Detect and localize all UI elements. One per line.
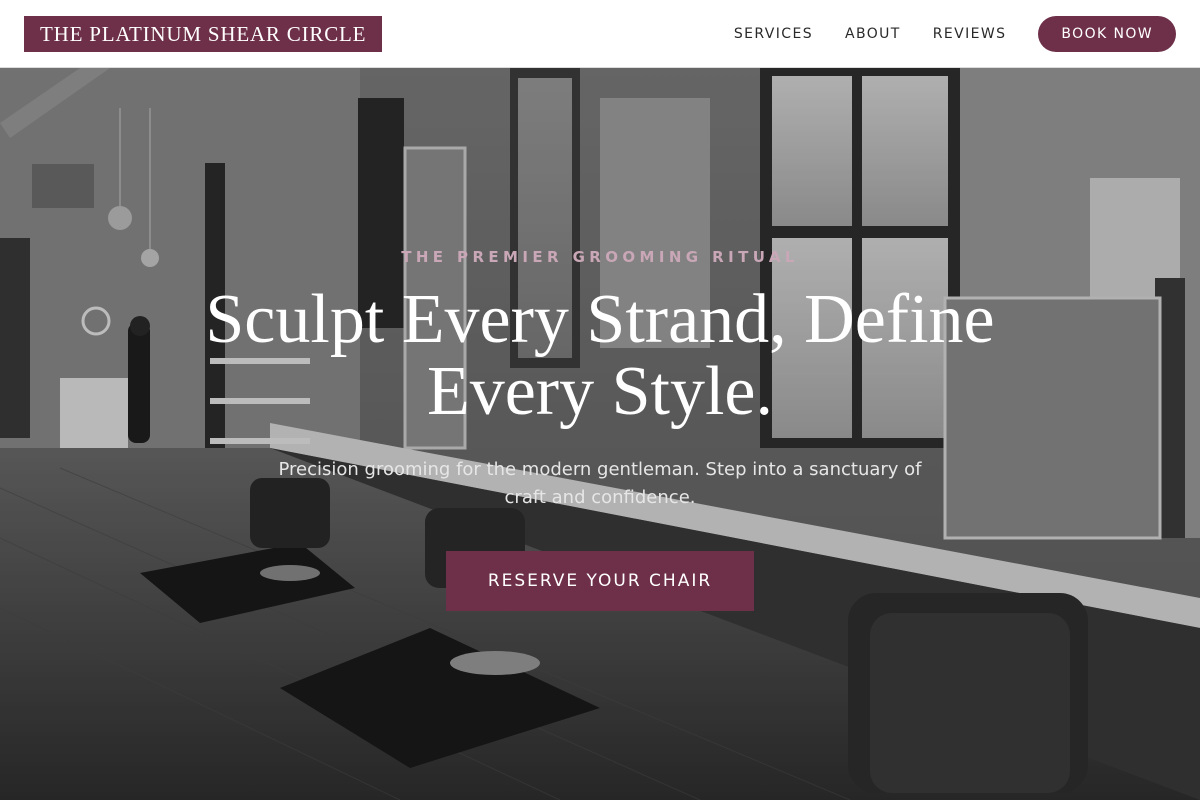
brand-logo[interactable]: THE PLATINUM SHEAR CIRCLE [24, 16, 383, 52]
site-header: THE PLATINUM SHEAR CIRCLE SERVICES ABOUT… [0, 0, 1200, 68]
hero-section: THE PREMIER GROOMING RITUAL Sculpt Every… [0, 68, 1200, 800]
main-nav: SERVICES ABOUT REVIEWS BOOK NOW [734, 16, 1176, 52]
hero-overlay [0, 68, 1200, 800]
book-now-button[interactable]: BOOK NOW [1038, 16, 1176, 52]
nav-link-about[interactable]: ABOUT [845, 26, 901, 42]
reserve-chair-button[interactable]: RESERVE YOUR CHAIR [446, 551, 754, 611]
nav-link-services[interactable]: SERVICES [734, 26, 813, 42]
hero-headline: Sculpt Every Strand, Define Every Style. [205, 281, 995, 430]
nav-link-reviews[interactable]: REVIEWS [933, 26, 1007, 42]
hero-eyebrow: THE PREMIER GROOMING RITUAL [401, 248, 799, 266]
hero-subtext: Precision grooming for the modern gentle… [278, 459, 922, 508]
